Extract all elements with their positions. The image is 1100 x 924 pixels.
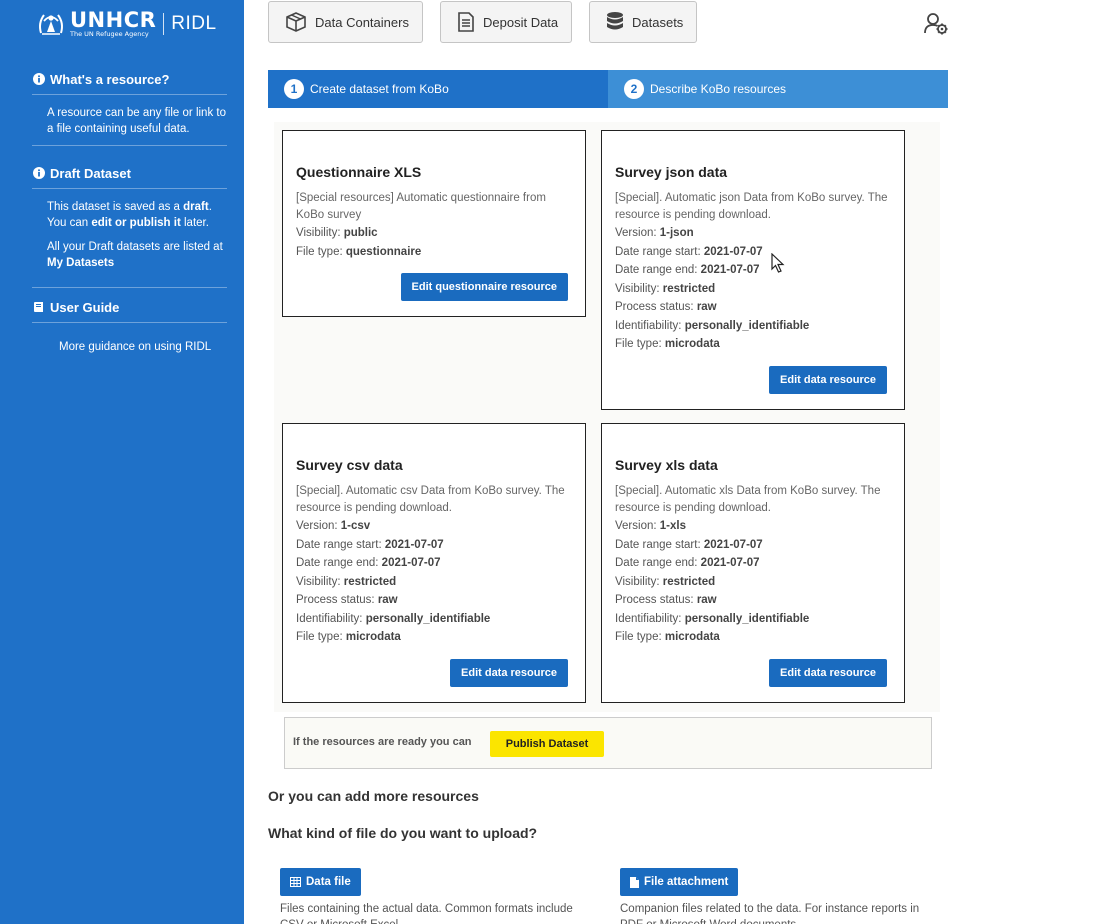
card-visibility: Visibility: restricted	[615, 282, 716, 295]
card-filetype: File type: questionnaire	[296, 245, 422, 258]
sidebar-guide-section: User Guide More guidance on using RIDL	[32, 298, 227, 355]
data-file-button[interactable]: Data file	[280, 868, 361, 896]
step-1-arrow	[590, 70, 608, 108]
sidebar-divider	[32, 287, 227, 288]
logo-product-name: RIDL	[171, 13, 217, 34]
publish-prompt: If the resources are ready you can	[293, 736, 472, 748]
step-number: 2	[624, 79, 644, 99]
sidebar-draft-section: Draft Dataset This dataset is saved as a…	[32, 164, 227, 288]
card-date-start: Date range start: 2021-07-07	[615, 538, 763, 551]
datasets-button[interactable]: Datasets	[589, 1, 697, 43]
step-number: 1	[284, 79, 304, 99]
logo-divider	[163, 13, 165, 35]
card-title: Questionnaire XLS	[296, 164, 422, 180]
resource-card-questionnaire: Questionnaire XLS [Special resources] Au…	[282, 130, 586, 317]
card-visibility: Visibility: public	[296, 227, 378, 239]
card-title: Survey json data	[615, 164, 728, 180]
sidebar-resource-section: What's a resource? A resource can be any…	[32, 70, 227, 146]
sidebar-draft-heading: Draft Dataset	[32, 164, 227, 182]
logo-subtitle: The UN Refugee Agency	[70, 30, 149, 38]
card-filetype: File type: microdata	[615, 631, 720, 643]
card-identifiability: Identifiability: personally_identifiable	[615, 319, 810, 332]
sidebar-draft-text: This dataset is saved as a draft. You ca…	[47, 201, 223, 269]
card-filetype: File type: microdata	[615, 338, 720, 350]
card-date-end: Date range end: 2021-07-07	[615, 557, 760, 569]
card-filetype: File type: microdata	[296, 631, 401, 643]
my-datasets-link[interactable]: My Datasets	[47, 257, 114, 269]
card-identifiability: Identifiability: personally_identifiable	[615, 612, 810, 625]
wizard-steps: 1 Create dataset from KoBo 2 Describe Ko…	[268, 70, 948, 108]
sidebar-divider	[32, 94, 227, 95]
edit-questionnaire-resource-button[interactable]: Edit questionnaire resource	[400, 273, 568, 301]
card-visibility: Visibility: restricted	[615, 575, 716, 588]
table-icon	[290, 877, 301, 887]
add-more-heading: Or you can add more resources	[268, 788, 479, 804]
sidebar-divider	[32, 322, 227, 323]
info-circle-icon	[32, 166, 46, 180]
resource-card-xls: Survey xls data [Special]. Automatic xls…	[601, 423, 905, 703]
deposit-data-button[interactable]: Deposit Data	[440, 1, 572, 43]
user-guide-link[interactable]: More guidance on using RIDL	[32, 339, 227, 355]
data-containers-button[interactable]: Data Containers	[268, 1, 423, 43]
sidebar: UNHCR The UN Refugee Agency RIDL What's …	[0, 0, 244, 924]
publish-bar: If the resources are ready you can Publi…	[284, 717, 932, 769]
step-2: 2 Describe KoBo resources	[624, 70, 786, 108]
card-title: Survey csv data	[296, 457, 403, 473]
unhcr-logo[interactable]: UNHCR The UN Refugee Agency RIDL	[34, 8, 217, 40]
data-file-description: Files containing the actual data. Common…	[280, 903, 573, 924]
document-icon	[457, 12, 475, 32]
publish-dataset-button[interactable]: Publish Dataset	[490, 731, 604, 757]
box-icon	[285, 12, 307, 32]
book-icon	[32, 300, 46, 314]
sidebar-guide-heading: User Guide	[32, 298, 227, 316]
sidebar-divider	[32, 145, 227, 146]
sidebar-resource-heading: What's a resource?	[32, 70, 227, 88]
card-identifiability: Identifiability: personally_identifiable	[296, 612, 491, 625]
file-icon	[630, 876, 639, 888]
card-visibility: Visibility: restricted	[296, 575, 397, 588]
edit-json-resource-button[interactable]: Edit data resource	[769, 366, 887, 394]
step-label: Create dataset from KoBo	[310, 82, 449, 96]
sidebar-resource-text: A resource can be any file or link to a …	[47, 107, 226, 135]
file-attachment-description: Companion files related to the data. For…	[620, 903, 920, 924]
card-date-start: Date range start: 2021-07-07	[615, 245, 763, 258]
card-date-end: Date range end: 2021-07-07	[615, 264, 760, 276]
edit-csv-resource-button[interactable]: Edit data resource	[450, 659, 568, 687]
sidebar-divider	[32, 188, 227, 189]
mouse-cursor-icon	[771, 252, 785, 277]
card-process-status: Process status: raw	[615, 301, 717, 313]
step-label: Describe KoBo resources	[650, 82, 787, 96]
resource-card-csv: Survey csv data [Special]. Automatic csv…	[282, 423, 586, 703]
card-description: [Special]. Automatic csv Data from KoBo …	[296, 485, 565, 514]
resource-card-json: Survey json data [Special]. Automatic js…	[601, 130, 905, 410]
step-1: 1 Create dataset from KoBo	[284, 70, 449, 108]
upload-question-heading: What kind of file do you want to upload?	[268, 825, 538, 841]
card-process-status: Process status: raw	[615, 594, 717, 606]
edit-xls-resource-button[interactable]: Edit data resource	[769, 659, 887, 687]
card-version: Version: 1-xls	[615, 520, 686, 532]
database-icon	[606, 11, 624, 33]
user-settings-icon[interactable]	[924, 12, 950, 36]
card-date-start: Date range start: 2021-07-07	[296, 538, 444, 551]
info-circle-icon	[32, 72, 46, 86]
card-date-end: Date range end: 2021-07-07	[296, 557, 441, 569]
card-description: [Special]. Automatic xls Data from KoBo …	[615, 485, 881, 514]
card-description: [Special]. Automatic json Data from KoBo…	[615, 192, 888, 221]
unhcr-emblem-icon	[34, 9, 68, 39]
file-attachment-button[interactable]: File attachment	[620, 868, 739, 896]
logo-wordmark: UNHCR The UN Refugee Agency	[70, 8, 157, 38]
card-title: Survey xls data	[615, 457, 718, 473]
card-version: Version: 1-csv	[296, 520, 371, 532]
card-process-status: Process status: raw	[296, 594, 398, 606]
card-version: Version: 1-json	[615, 227, 694, 239]
card-description: [Special resources] Automatic questionna…	[296, 192, 546, 221]
